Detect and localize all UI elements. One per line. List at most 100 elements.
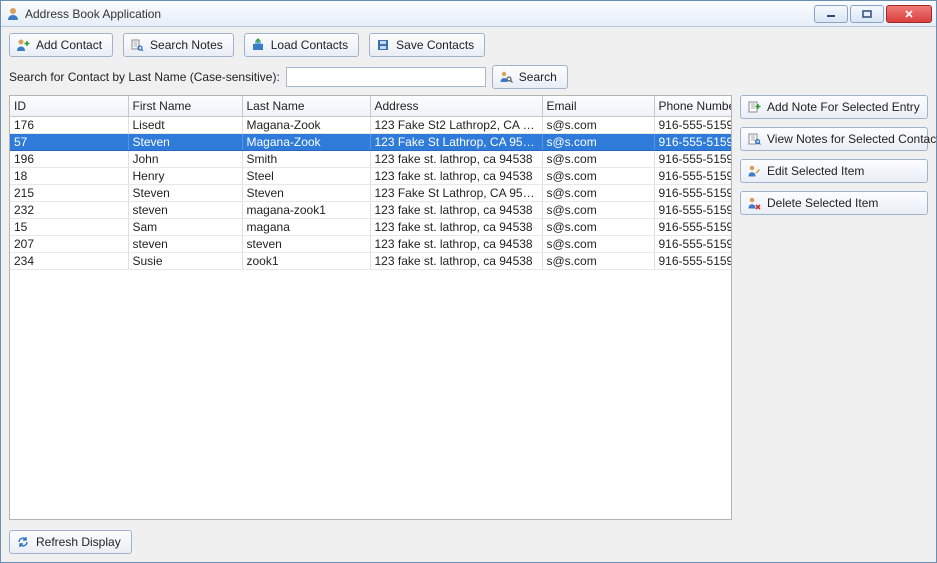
table-row[interactable]: 18HenrySteel123 fake st. lathrop, ca 945… <box>10 167 732 184</box>
close-button[interactable] <box>886 5 932 23</box>
table-row[interactable]: 232stevenmagana-zook1123 fake st. lathro… <box>10 201 732 218</box>
cell-email: s@s.com <box>542 150 654 167</box>
table-row[interactable]: 207stevensteven123 fake st. lathrop, ca … <box>10 235 732 252</box>
save-icon <box>376 38 390 52</box>
cell-phone: 916-555-5159 <box>654 201 732 218</box>
cell-last: Steven <box>242 184 370 201</box>
cell-phone: 916-555-5159 <box>654 116 732 133</box>
col-last-name[interactable]: Last Name <box>242 96 370 116</box>
cell-phone: 916-555-5159 <box>654 133 732 150</box>
button-label: Save Contacts <box>396 38 474 52</box>
table-row[interactable]: 196JohnSmith123 fake st. lathrop, ca 945… <box>10 150 732 167</box>
cell-first: steven <box>128 201 242 218</box>
cell-first: John <box>128 150 242 167</box>
main-row: ID First Name Last Name Address Email Ph… <box>9 95 928 520</box>
cell-email: s@s.com <box>542 201 654 218</box>
button-label: Refresh Display <box>36 535 121 549</box>
titlebar: Address Book Application <box>1 1 936 27</box>
cell-address: 123 fake st. lathrop, ca 94538 <box>370 235 542 252</box>
cell-phone: 916-555-5159 <box>654 252 732 269</box>
search-row: Search for Contact by Last Name (Case-se… <box>9 65 928 89</box>
cell-email: s@s.com <box>542 184 654 201</box>
edit-item-button[interactable]: Edit Selected Item <box>740 159 928 183</box>
table-row[interactable]: 234Susiezook1123 fake st. lathrop, ca 94… <box>10 252 732 269</box>
cell-email: s@s.com <box>542 235 654 252</box>
col-first-name[interactable]: First Name <box>128 96 242 116</box>
cell-id: 18 <box>10 167 128 184</box>
add-note-button[interactable]: Add Note For Selected Entry <box>740 95 928 119</box>
search-input[interactable] <box>286 67 486 87</box>
search-icon <box>499 70 513 84</box>
cell-address: 123 fake st. lathrop, ca 94538 <box>370 167 542 184</box>
button-label: Load Contacts <box>271 38 348 52</box>
search-notes-button[interactable]: Search Notes <box>123 33 234 57</box>
cell-id: 234 <box>10 252 128 269</box>
cell-phone: 916-555-5159 <box>654 235 732 252</box>
button-label: Search Notes <box>150 38 223 52</box>
search-label: Search for Contact by Last Name (Case-se… <box>9 70 280 84</box>
cell-last: Magana-Zook <box>242 116 370 133</box>
cell-id: 176 <box>10 116 128 133</box>
cell-first: Sam <box>128 218 242 235</box>
cell-id: 232 <box>10 201 128 218</box>
table-row[interactable]: 57StevenMagana-Zook123 Fake St Lathrop, … <box>10 133 732 150</box>
notes-view-icon <box>747 132 761 146</box>
cell-phone: 916-555-5159 <box>654 150 732 167</box>
load-contacts-button[interactable]: Load Contacts <box>244 33 359 57</box>
search-notes-icon <box>130 38 144 52</box>
col-email[interactable]: Email <box>542 96 654 116</box>
cell-last: zook1 <box>242 252 370 269</box>
table-row[interactable]: 176LisedtMagana-Zook123 Fake St2 Lathrop… <box>10 116 732 133</box>
person-add-icon <box>16 38 30 52</box>
cell-last: magana-zook1 <box>242 201 370 218</box>
col-id[interactable]: ID <box>10 96 128 116</box>
contacts-table-wrap: ID First Name Last Name Address Email Ph… <box>9 95 732 520</box>
cell-id: 57 <box>10 133 128 150</box>
button-label: Add Contact <box>36 38 102 52</box>
cell-id: 215 <box>10 184 128 201</box>
person-edit-icon <box>747 164 761 178</box>
button-label: Delete Selected Item <box>767 196 878 210</box>
window-button-group <box>812 5 932 23</box>
cell-address: 123 fake st. lathrop, ca 94538 <box>370 150 542 167</box>
delete-item-button[interactable]: Delete Selected Item <box>740 191 928 215</box>
cell-email: s@s.com <box>542 218 654 235</box>
content-area: Add Contact Search Notes Load Contacts S… <box>1 27 936 562</box>
maximize-button[interactable] <box>850 5 884 23</box>
cell-phone: 916-555-5159 <box>654 218 732 235</box>
cell-id: 15 <box>10 218 128 235</box>
refresh-icon <box>16 535 30 549</box>
save-contacts-button[interactable]: Save Contacts <box>369 33 485 57</box>
col-phone[interactable]: Phone Number <box>654 96 732 116</box>
contacts-table[interactable]: ID First Name Last Name Address Email Ph… <box>10 96 732 270</box>
button-label: View Notes for Selected Contact <box>767 132 937 146</box>
cell-address: 123 fake st. lathrop, ca 94538 <box>370 201 542 218</box>
side-buttons: Add Note For Selected Entry View Notes f… <box>740 95 928 520</box>
refresh-button[interactable]: Refresh Display <box>9 530 132 554</box>
view-notes-button[interactable]: View Notes for Selected Contact <box>740 127 928 151</box>
person-delete-icon <box>747 196 761 210</box>
toolbar: Add Contact Search Notes Load Contacts S… <box>9 33 928 57</box>
minimize-icon <box>826 10 836 18</box>
add-contact-button[interactable]: Add Contact <box>9 33 113 57</box>
table-header-row: ID First Name Last Name Address Email Ph… <box>10 96 732 116</box>
cell-address: 123 Fake St2 Lathrop2, CA 95331 <box>370 116 542 133</box>
cell-address: 123 Fake St Lathrop, CA 95330 <box>370 184 542 201</box>
col-address[interactable]: Address <box>370 96 542 116</box>
button-label: Search <box>519 70 557 84</box>
close-icon <box>904 10 914 18</box>
cell-email: s@s.com <box>542 133 654 150</box>
search-button[interactable]: Search <box>492 65 568 89</box>
cell-first: Henry <box>128 167 242 184</box>
cell-email: s@s.com <box>542 167 654 184</box>
load-icon <box>251 38 265 52</box>
minimize-button[interactable] <box>814 5 848 23</box>
button-label: Add Note For Selected Entry <box>767 100 920 114</box>
app-window: Address Book Application Add Contact <box>0 0 937 563</box>
cell-id: 196 <box>10 150 128 167</box>
table-row[interactable]: 215StevenSteven123 Fake St Lathrop, CA 9… <box>10 184 732 201</box>
table-row[interactable]: 15Sammagana123 fake st. lathrop, ca 9453… <box>10 218 732 235</box>
cell-address: 123 fake st. lathrop, ca 94538 <box>370 252 542 269</box>
cell-email: s@s.com <box>542 252 654 269</box>
app-icon <box>5 6 21 22</box>
